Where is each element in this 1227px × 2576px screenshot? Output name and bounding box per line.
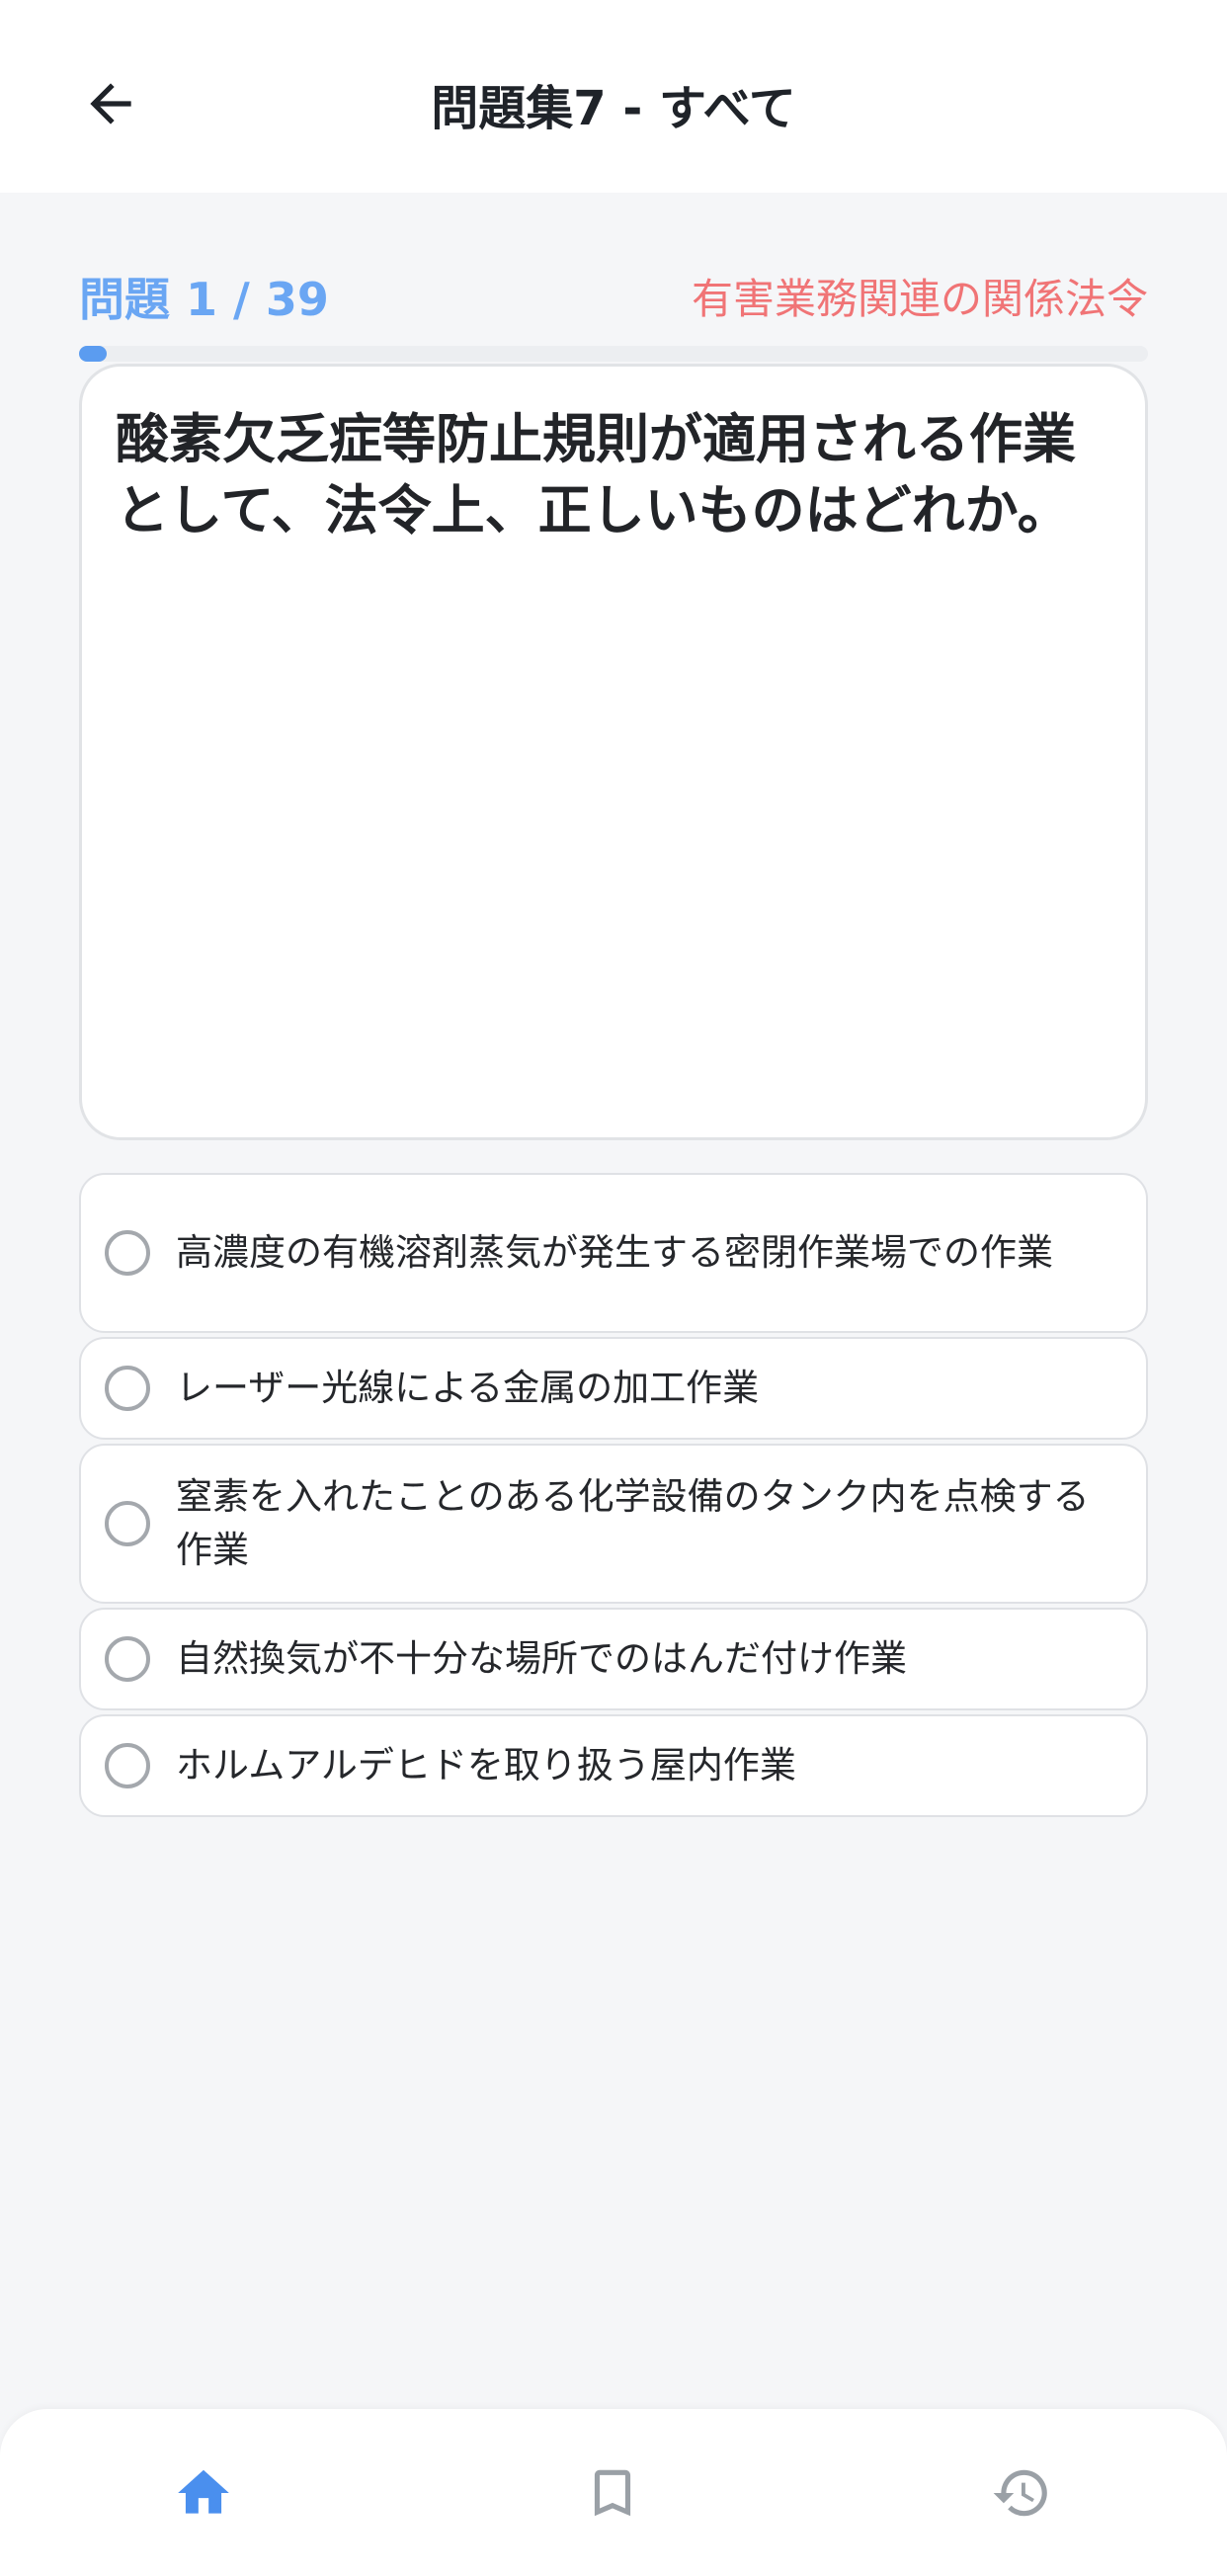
answer-option-label: 自然換気が不十分な場所でのはんだ付け作業 bbox=[176, 1637, 907, 1680]
answer-option[interactable]: レーザー光線による金属の加工作業 bbox=[79, 1337, 1148, 1440]
category-label: 有害業務関連の関係法令 bbox=[691, 275, 1148, 323]
nav-bookmark-button[interactable] bbox=[514, 2409, 711, 2576]
progress-bar bbox=[79, 346, 1148, 362]
radio-button[interactable] bbox=[105, 1636, 150, 1682]
answer-options: 高濃度の有機溶剤蒸気が発生する密閉作業場での作業 レーザー光線による金属の加工作… bbox=[79, 1173, 1148, 1821]
question-meta: 問題 1 / 39 有害業務関連の関係法令 bbox=[79, 265, 1148, 334]
question-text: 酸素欠乏症等防止規則が適用される作業として、法令上、正しいものはどれか。 bbox=[116, 408, 1076, 541]
nav-home-button[interactable] bbox=[105, 2409, 302, 2576]
answer-option-label: 窒素を入れたことのある化学設備のタンク内を点検する作業 bbox=[176, 1475, 1090, 1571]
answer-option-label: ホルムアルデヒドを取り扱う屋内作業 bbox=[176, 1744, 796, 1787]
radio-button[interactable] bbox=[105, 1743, 150, 1788]
history-icon bbox=[993, 2469, 1047, 2516]
app-bar: 問題集7 - すべて bbox=[0, 0, 1227, 193]
bottom-navigation bbox=[0, 2409, 1227, 2576]
answer-option[interactable]: 高濃度の有機溶剤蒸気が発生する密閉作業場での作業 bbox=[79, 1173, 1148, 1333]
page-title: 問題集7 - すべて bbox=[431, 81, 796, 136]
answer-option[interactable]: 自然換気が不十分な場所でのはんだ付け作業 bbox=[79, 1608, 1148, 1710]
home-icon bbox=[178, 2469, 229, 2514]
answer-option[interactable]: ホルムアルデヒドを取り扱う屋内作業 bbox=[79, 1714, 1148, 1817]
quiz-screen: 問題集7 - すべて 問題 1 / 39 有害業務関連の関係法令 酸素欠乏症等防… bbox=[0, 0, 1227, 2576]
answer-option[interactable]: 窒素を入れたことのある化学設備のタンク内を点検する作業 bbox=[79, 1444, 1148, 1604]
answer-option-label: 高濃度の有機溶剤蒸気が発生する密閉作業場での作業 bbox=[176, 1231, 1053, 1274]
answer-option-label: レーザー光線による金属の加工作業 bbox=[176, 1367, 760, 1409]
radio-button[interactable] bbox=[105, 1501, 150, 1546]
question-counter: 問題 1 / 39 bbox=[79, 273, 329, 326]
progress-bar-fill bbox=[79, 346, 108, 362]
bookmark-icon bbox=[594, 2469, 631, 2516]
radio-button[interactable] bbox=[105, 1230, 150, 1276]
radio-button[interactable] bbox=[105, 1366, 150, 1411]
nav-history-button[interactable] bbox=[923, 2409, 1120, 2576]
question-card: 酸素欠乏症等防止規則が適用される作業として、法令上、正しいものはどれか。 bbox=[79, 364, 1148, 1140]
